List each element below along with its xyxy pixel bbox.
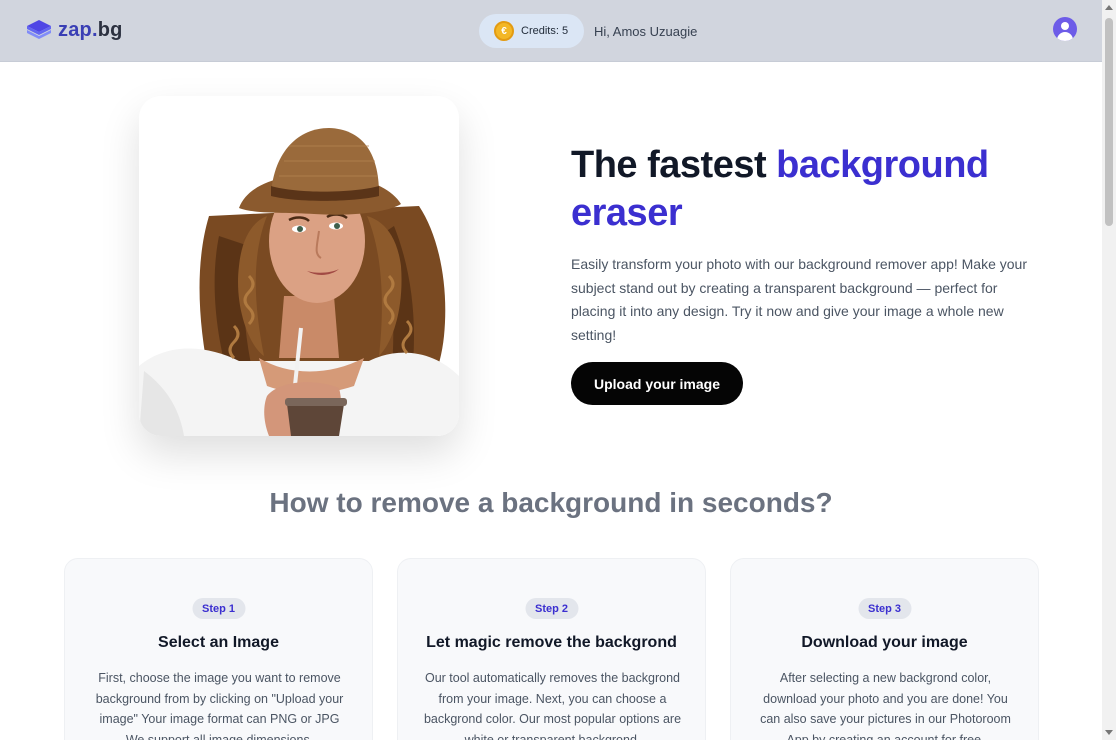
scroll-down-arrow-icon[interactable] bbox=[1105, 730, 1113, 735]
brand-name: zap.bg bbox=[58, 18, 123, 41]
step-description: After selecting a new backgrond color, d… bbox=[760, 671, 1011, 740]
coin-icon: € bbox=[494, 21, 514, 41]
step-description: First, choose the image you want to remo… bbox=[95, 671, 344, 740]
user-greeting: Hi, Amos Uzuagie bbox=[594, 24, 698, 39]
hero-example-image bbox=[139, 96, 459, 436]
hero-headline: The fastest background eraser bbox=[571, 141, 1041, 237]
step-card-2: Step 2 Let magic remove the backgrond Ou… bbox=[397, 558, 706, 740]
layers-icon bbox=[27, 20, 51, 39]
user-avatar-icon[interactable] bbox=[1053, 17, 1077, 41]
woman-portrait-illustration bbox=[139, 96, 459, 436]
page-scrollbar[interactable] bbox=[1102, 0, 1116, 740]
credits-badge[interactable]: € Credits: 5 bbox=[479, 14, 584, 48]
hero-description: Easily transform your photo with our bac… bbox=[571, 256, 1027, 343]
step-title: Let magic remove the backgrond bbox=[426, 634, 677, 651]
scroll-thumb[interactable] bbox=[1105, 18, 1113, 226]
step-badge: Step 1 bbox=[191, 598, 246, 619]
step-badge: Step 2 bbox=[524, 598, 579, 619]
step-title: Select an Image bbox=[158, 634, 279, 651]
top-navbar: zap.bg € Credits: 5 Hi, Amos Uzuagie bbox=[0, 0, 1102, 62]
credits-label: Credits: 5 bbox=[521, 25, 569, 37]
scroll-up-arrow-icon[interactable] bbox=[1105, 5, 1113, 10]
step-description: Our tool automatically removes the backg… bbox=[423, 671, 682, 740]
upload-image-button[interactable]: Upload your image bbox=[571, 362, 743, 405]
hero-headline-plain: The fastest bbox=[571, 144, 777, 186]
brand-logo[interactable]: zap.bg bbox=[26, 18, 123, 42]
step-badge: Step 3 bbox=[857, 598, 912, 619]
how-to-section-title: How to remove a background in seconds? bbox=[269, 487, 833, 518]
step-card-3: Step 3 Download your image After selecti… bbox=[730, 558, 1039, 740]
step-title: Download your image bbox=[801, 634, 968, 651]
step-card-1: Step 1 Select an Image First, choose the… bbox=[64, 558, 373, 740]
